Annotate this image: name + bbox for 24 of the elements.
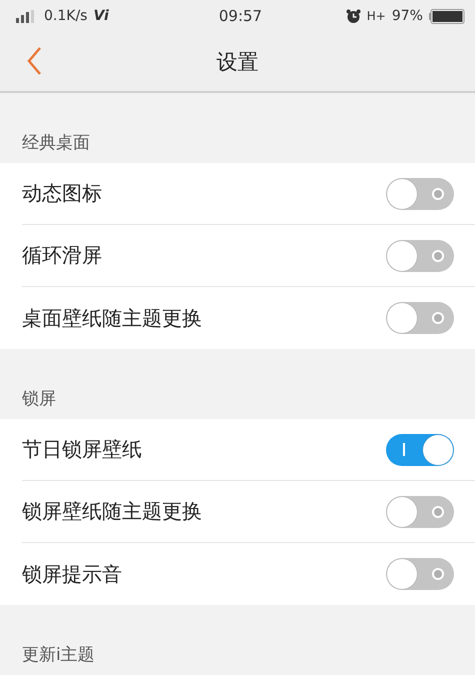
toggle-switch[interactable] <box>386 302 454 334</box>
setting-label: 锁屏提示音 <box>22 560 122 588</box>
network-type: H+ <box>366 9 386 23</box>
setting-label: 节日锁屏壁纸 <box>22 436 142 463</box>
page-title: 设置 <box>216 48 258 76</box>
battery-percent: 97% <box>392 8 423 24</box>
carrier-logo: Vi <box>93 8 109 24</box>
toggle-switch[interactable] <box>386 178 454 210</box>
toggle-switch[interactable] <box>386 496 454 528</box>
setting-label: 循环滑屏 <box>22 242 102 269</box>
setting-label: 桌面壁纸随主题更换 <box>22 304 202 332</box>
back-icon[interactable] <box>26 46 42 76</box>
alarm-icon <box>346 8 361 24</box>
setting-label: 锁屏壁纸随主题更换 <box>22 498 202 525</box>
toggle-switch[interactable] <box>386 434 454 466</box>
setting-label: 动态图标 <box>22 180 102 207</box>
toggle-switch[interactable] <box>386 240 454 272</box>
toggle-switch[interactable] <box>386 558 454 590</box>
network-speed: 0.1K/s <box>44 8 88 24</box>
section-title: 更新i主题 <box>22 644 95 666</box>
status-time: 09:57 <box>218 7 262 25</box>
section-title: 经典桌面 <box>22 132 90 154</box>
battery-icon <box>428 8 465 24</box>
section-title: 锁屏 <box>22 388 56 410</box>
